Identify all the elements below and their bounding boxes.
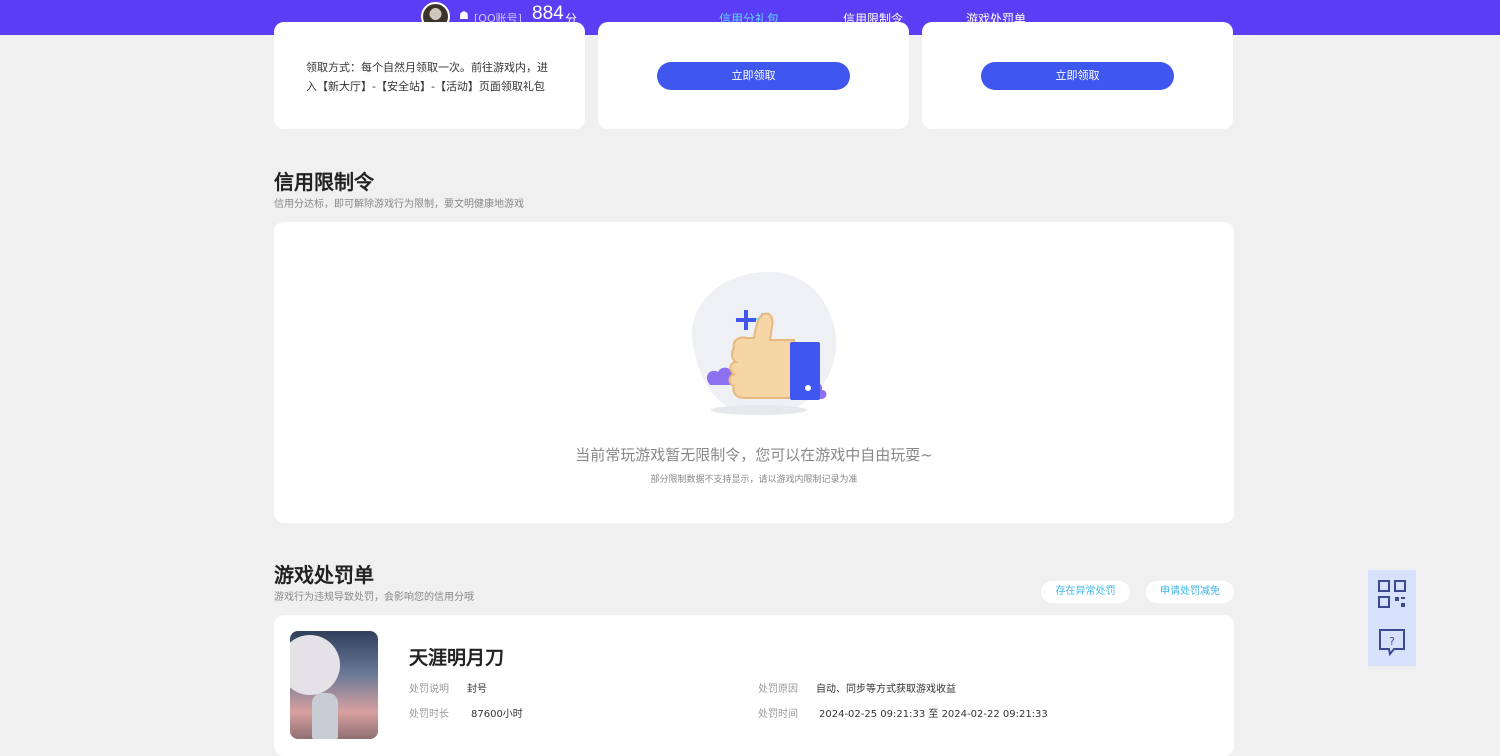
claim-button[interactable]: 立即领取 bbox=[657, 62, 850, 90]
penalty-time-label: 处罚时间 bbox=[758, 709, 798, 720]
penalty-time-value: 2024-02-25 09:21:33 至 2024-02-22 09:21:3… bbox=[819, 709, 1048, 720]
gift-card-1: 领取方式：每个自然月领取一次。前往游戏内，进 入【新大厅】-【安全站】-【活动】… bbox=[274, 22, 585, 129]
empty-state-text: 当前常玩游戏暂无限制令，您可以在游戏中自由玩耍~ bbox=[575, 446, 933, 464]
game-cover-image bbox=[290, 631, 378, 739]
game-name: 天涯明月刀 bbox=[409, 647, 505, 669]
restrictions-subtitle: 信用分达标，即可解除游戏行为限制，要文明健康地游戏 bbox=[274, 199, 524, 210]
feedback-icon: ? bbox=[1379, 629, 1405, 657]
penalty-duration-label: 处罚时长 bbox=[409, 709, 449, 720]
penalty-desc-value: 封号 bbox=[467, 684, 487, 695]
penalty-record-card: 天涯明月刀 处罚说明 封号 处罚时长 87600小时 处罚原因 自动、同步等方式… bbox=[274, 615, 1234, 756]
account-icon: ☗ bbox=[459, 9, 469, 22]
empty-state-note: 部分限制数据不支持显示，请以游戏内限制记录为准 bbox=[650, 475, 858, 485]
penalties-subtitle: 游戏行为违规导致处罚，会影响您的信用分哦 bbox=[274, 592, 474, 603]
gift-claim-method-line1: 领取方式：每个自然月领取一次。前往游戏内，进 bbox=[306, 61, 548, 74]
restrictions-card: 当前常玩游戏暂无限制令，您可以在游戏中自由玩耍~ 部分限制数据不支持显示，请以游… bbox=[274, 222, 1234, 523]
report-abnormal-penalty-button[interactable]: 存在异常处罚 bbox=[1041, 581, 1130, 603]
restrictions-title: 信用限制令 bbox=[274, 170, 374, 194]
penalty-duration-value: 87600小时 bbox=[471, 709, 523, 720]
apply-penalty-reduction-button[interactable]: 申请处罚减免 bbox=[1146, 581, 1234, 603]
thumbs-up-icon bbox=[692, 271, 837, 416]
penalties-title: 游戏处罚单 bbox=[274, 563, 374, 587]
claim-button[interactable]: 立即领取 bbox=[981, 62, 1174, 90]
qr-code-icon bbox=[1378, 580, 1406, 608]
gift-card-2: 立即领取 bbox=[598, 22, 909, 129]
penalty-reason-label: 处罚原因 bbox=[758, 684, 798, 695]
gift-claim-method-line2: 入【新大厅】-【安全站】-【活动】页面领取礼包 bbox=[306, 80, 545, 93]
penalty-reason-value: 自动、同步等方式获取游戏收益 bbox=[816, 684, 956, 695]
svg-text:?: ? bbox=[1389, 635, 1395, 648]
feedback-button[interactable]: ? bbox=[1368, 618, 1416, 666]
qr-code-button[interactable] bbox=[1368, 570, 1416, 618]
penalty-desc-label: 处罚说明 bbox=[409, 684, 449, 695]
gift-card-3: 立即领取 bbox=[922, 22, 1233, 129]
